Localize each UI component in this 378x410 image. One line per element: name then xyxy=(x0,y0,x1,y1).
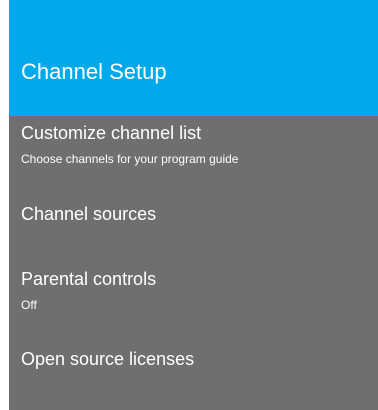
menu-item-customize-channel-list[interactable]: Customize channel list Choose channels f… xyxy=(9,116,378,186)
menu-item-subtitle: Choose channels for your program guide xyxy=(21,152,239,166)
menu-item-subtitle: Off xyxy=(21,298,37,312)
menu-item-title: Open source licenses xyxy=(21,349,195,369)
menu-item-parental-controls[interactable]: Parental controls Off xyxy=(9,261,378,321)
channel-setup-panel: Channel Setup Customize channel list Cho… xyxy=(9,0,378,410)
menu-item-title: Channel sources xyxy=(21,204,157,224)
page-title: Channel Setup xyxy=(21,59,167,84)
menu-item-title: Parental controls xyxy=(21,269,157,289)
panel-header: Channel Setup xyxy=(9,0,378,116)
menu-item-title: Customize channel list xyxy=(21,123,202,143)
menu-item-channel-sources[interactable]: Channel sources xyxy=(9,196,378,236)
menu-item-open-source-licenses[interactable]: Open source licenses xyxy=(9,341,378,381)
